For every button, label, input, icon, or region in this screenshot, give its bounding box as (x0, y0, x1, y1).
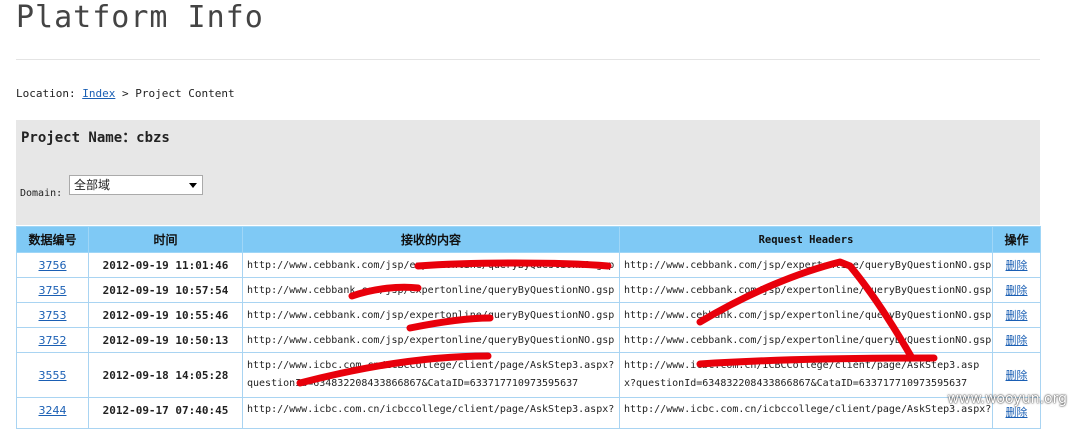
chevron-down-icon (189, 183, 197, 188)
record-time: 2012-09-19 10:55:46 (88, 302, 243, 328)
table-header-row: 数据编号 时间 接收的内容 Request Headers 操作 (16, 226, 1041, 253)
record-content: http://www.cebbank.com/jsp/expertonline/… (242, 327, 620, 353)
record-content: http://www.icbc.com.cn/icbccollege/clien… (242, 397, 620, 429)
domain-select[interactable]: 全部域 (69, 175, 203, 195)
project-panel: Project Name：cbzs Domain: 全部域 (16, 120, 1040, 225)
project-name: Project Name：cbzs (21, 130, 170, 146)
table-row: 3755 2012-09-19 10:57:54 http://www.cebb… (16, 277, 1041, 303)
record-content: http://www.cebbank.com/jsp/expertonline/… (242, 277, 620, 303)
record-id-link[interactable]: 3753 (39, 309, 67, 322)
delete-link[interactable]: 删除 (1006, 259, 1028, 272)
divider (16, 59, 1040, 60)
table-row: 3756 2012-09-19 11:01:46 http://www.cebb… (16, 252, 1041, 278)
col-header-id: 数据编号 (16, 226, 89, 253)
record-time: 2012-09-18 14:05:28 (88, 352, 243, 398)
record-time: 2012-09-19 10:50:13 (88, 327, 243, 353)
records-table: 数据编号 时间 接收的内容 Request Headers 操作 3756 20… (16, 226, 1041, 429)
watermark: www.wooyun.org (947, 391, 1067, 407)
record-time: 2012-09-17 07:40:45 (88, 397, 243, 429)
delete-link[interactable]: 删除 (1006, 369, 1028, 382)
page-title: Platform Info (16, 0, 264, 35)
delete-link[interactable]: 删除 (1006, 309, 1028, 322)
record-content: http://www.cebbank.com/jsp/expertonline/… (242, 302, 620, 328)
record-id-link[interactable]: 3756 (39, 259, 67, 272)
record-id-link[interactable]: 3555 (39, 369, 67, 382)
breadcrumb-separator: > (121, 87, 129, 100)
record-content: http://www.cebbank.com/jsp/expertonline/… (242, 252, 620, 278)
delete-link[interactable]: 删除 (1006, 334, 1028, 347)
table-row: 3752 2012-09-19 10:50:13 http://www.cebb… (16, 327, 1041, 353)
record-headers: http://www.icbc.com.cn/icbccollege/clien… (619, 397, 993, 429)
domain-label: Domain: (20, 188, 63, 199)
col-header-time: 时间 (88, 226, 243, 253)
record-content: http://www.icbc.com.cn/ICBCCollege/clien… (242, 352, 620, 398)
delete-link[interactable]: 删除 (1006, 284, 1028, 297)
breadcrumb: Location: Index > Project Content (16, 87, 235, 100)
breadcrumb-prefix: Location: (16, 87, 76, 100)
domain-select-value: 全部域 (74, 178, 111, 192)
record-id-link[interactable]: 3755 (39, 284, 67, 297)
col-header-action: 操作 (992, 226, 1041, 253)
record-headers: http://www.cebbank.com/jsp/expertonline/… (619, 302, 993, 328)
record-id-link[interactable]: 3752 (39, 334, 67, 347)
record-id-link[interactable]: 3244 (39, 404, 67, 417)
record-headers: http://www.icbc.com.cn/ICBCCollege/clien… (619, 352, 993, 398)
breadcrumb-index-link[interactable]: Index (82, 87, 115, 100)
record-headers: http://www.cebbank.com/jsp/expertonline/… (619, 327, 993, 353)
table-row: 3753 2012-09-19 10:55:46 http://www.cebb… (16, 302, 1041, 328)
breadcrumb-current: Project Content (135, 87, 235, 100)
col-header-content: 接收的内容 (242, 226, 620, 253)
record-headers: http://www.cebbank.com/jsp/expertonline/… (619, 277, 993, 303)
record-time: 2012-09-19 11:01:46 (88, 252, 243, 278)
record-time: 2012-09-19 10:57:54 (88, 277, 243, 303)
col-header-request-headers: Request Headers (619, 226, 993, 253)
delete-link[interactable]: 删除 (1006, 406, 1028, 419)
table-row: 3244 2012-09-17 07:40:45 http://www.icbc… (16, 397, 1041, 429)
record-headers: http://www.cebbank.com/jsp/expertonline/… (619, 252, 993, 278)
table-row: 3555 2012-09-18 14:05:28 http://www.icbc… (16, 352, 1041, 398)
